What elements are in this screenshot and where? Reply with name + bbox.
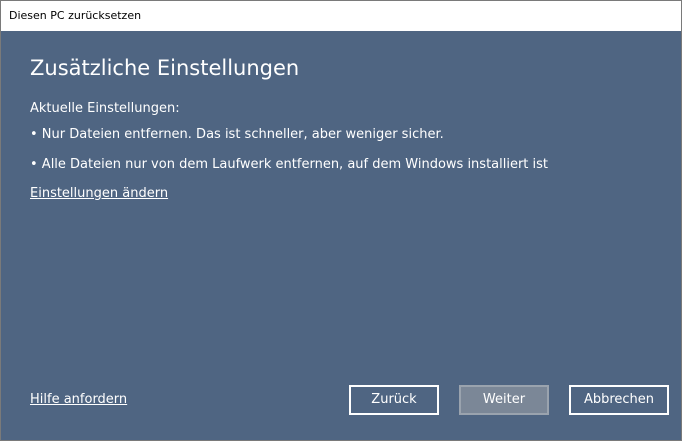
dialog-content: Zusätzliche Einstellungen Aktuelle Einst… [1,31,681,440]
title-bar: Diesen PC zurücksetzen [1,1,681,31]
setting-bullet-windows-drive: • Alle Dateien nur von dem Laufwerk entf… [30,157,549,172]
next-button[interactable]: Weiter [459,385,549,415]
window-title: Diesen PC zurücksetzen [9,9,142,22]
back-button[interactable]: Zurück [349,385,439,415]
cancel-button[interactable]: Abbrechen [569,385,669,415]
setting-bullet-remove-files: • Nur Dateien entfernen. Das ist schnell… [30,127,444,142]
get-help-link[interactable]: Hilfe anfordern [30,392,127,407]
change-settings-link[interactable]: Einstellungen ändern [30,186,168,201]
page-heading: Zusätzliche Einstellungen [30,56,300,80]
reset-pc-dialog: Diesen PC zurücksetzen Zusätzliche Einst… [0,0,682,441]
current-settings-label: Aktuelle Einstellungen: [30,101,180,116]
